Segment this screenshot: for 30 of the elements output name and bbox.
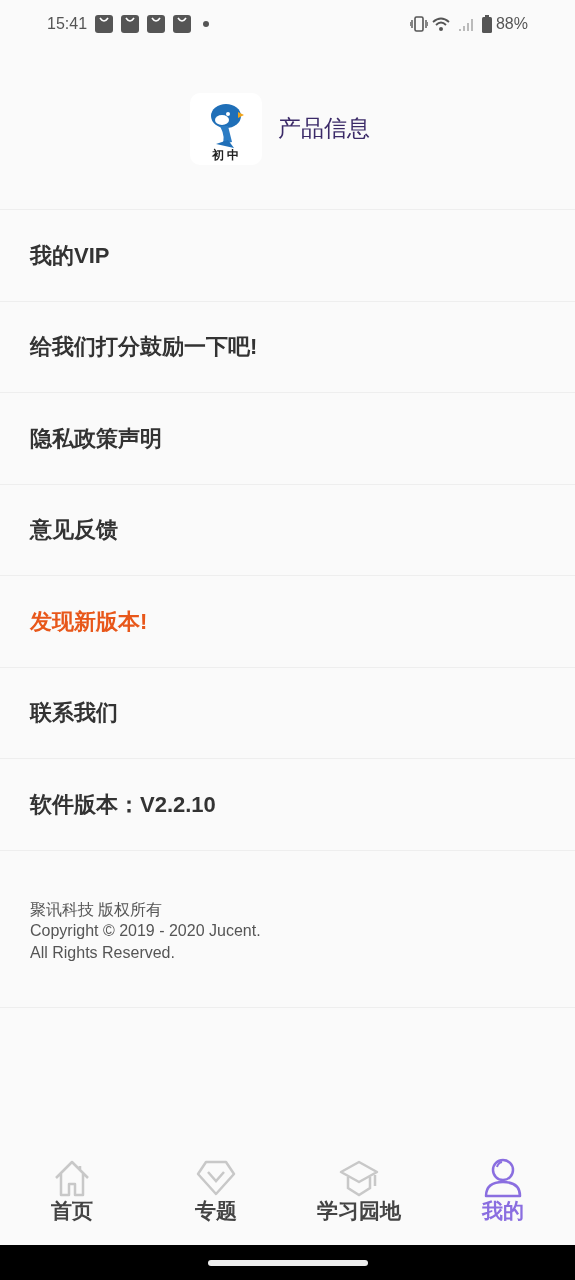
menu-item[interactable]: 意见反馈 (0, 484, 575, 576)
status-time: 15:41 (47, 14, 88, 34)
bag-icon (147, 15, 166, 33)
graduation-cap-icon (339, 1158, 380, 1198)
battery-icon (481, 15, 492, 33)
copyright-text: Copyright © 2019 - 2020 Jucent. (30, 921, 262, 941)
logo-caption: 初 中 (211, 147, 240, 162)
nav-tab[interactable]: 专题 (143, 1148, 288, 1245)
signal-icon (457, 16, 476, 32)
nav-tab[interactable]: 我的 (431, 1148, 575, 1245)
bag-icon (95, 15, 114, 33)
dot-icon (203, 21, 210, 27)
home-indicator[interactable] (207, 1259, 368, 1266)
wifi-icon (431, 16, 450, 32)
bag-icon (121, 15, 140, 33)
vibrate-icon (409, 16, 428, 32)
nav-tab[interactable]: 首页 (0, 1148, 144, 1245)
menu-item[interactable]: 给我们打分鼓励一下吧! (0, 301, 575, 393)
person-icon (483, 1158, 524, 1198)
page-title: 产品信息 (277, 114, 370, 144)
menu-item[interactable]: 我的VIP (0, 210, 575, 302)
bag-icon (173, 15, 192, 33)
battery-percentage: 88% (495, 14, 528, 34)
company-text: 聚讯科技 版权所有 (30, 899, 164, 920)
nav-tab[interactable]: 学习园地 (287, 1148, 432, 1245)
menu-item[interactable]: 联系我们 (0, 667, 575, 759)
diamond-icon (195, 1158, 236, 1198)
rights-text: All Rights Reserved. (30, 942, 176, 963)
menu-item[interactable]: 软件版本：V2.2.10 (0, 759, 575, 851)
menu-item[interactable]: 隐私政策声明 (0, 393, 575, 485)
